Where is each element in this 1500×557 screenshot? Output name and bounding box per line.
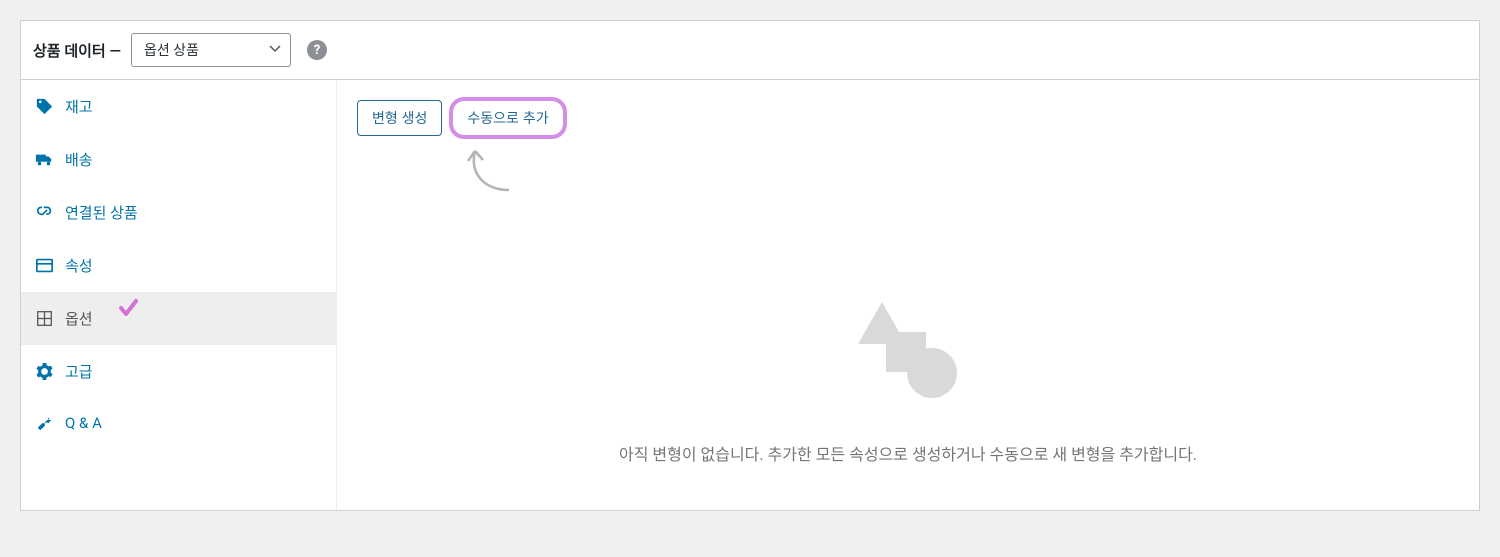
product-data-panel: 상품 데이터 — 옵션 상품 ? 재고 배송 <box>20 20 1480 511</box>
sidebar-item-attributes[interactable]: 속성 <box>21 239 336 292</box>
empty-state-shapes-icon <box>853 302 963 397</box>
add-manually-button[interactable]: 수동으로 추가 <box>452 100 563 136</box>
product-type-value: 옵션 상품 <box>144 40 199 60</box>
grid-icon <box>35 310 53 328</box>
gear-icon <box>35 363 53 381</box>
header-title: 상품 데이터 — <box>33 40 121 61</box>
sidebar-item-label: 고급 <box>65 361 93 382</box>
sidebar-item-label: Q & A <box>65 414 102 432</box>
content-area: 변형 생성 수동으로 추가 아직 변형이 없습니다. 추가한 모든 속성으로 생… <box>337 80 1479 510</box>
empty-state: 아직 변형이 없습니다. 추가한 모든 속성으로 생성하거나 수동으로 새 변형… <box>357 302 1459 465</box>
wrench-icon <box>35 414 53 432</box>
create-variations-button[interactable]: 변형 생성 <box>357 100 442 136</box>
check-annotation-icon <box>117 298 139 324</box>
sidebar-item-linked[interactable]: 연결된 상품 <box>21 186 336 239</box>
sidebar-item-inventory[interactable]: 재고 <box>21 80 336 133</box>
sidebar-item-advanced[interactable]: 고급 <box>21 345 336 398</box>
panel-header: 상품 데이터 — 옵션 상품 ? <box>21 21 1479 80</box>
sidebar-item-label: 옵션 <box>65 308 93 329</box>
sidebar-item-shipping[interactable]: 배송 <box>21 133 336 186</box>
button-row: 변형 생성 수동으로 추가 <box>357 100 1459 136</box>
link-icon <box>35 204 53 222</box>
tag-icon <box>35 98 53 116</box>
product-type-select[interactable]: 옵션 상품 <box>131 33 291 67</box>
sidebar-item-label: 배송 <box>65 149 93 170</box>
help-icon[interactable]: ? <box>307 40 327 60</box>
sidebar: 재고 배송 연결된 상품 속성 <box>21 80 337 510</box>
empty-state-text: 아직 변형이 없습니다. 추가한 모든 속성으로 생성하거나 수동으로 새 변형… <box>357 441 1459 465</box>
truck-icon <box>35 151 53 169</box>
sidebar-item-label: 연결된 상품 <box>65 202 138 223</box>
arrow-annotation-icon <box>457 148 517 198</box>
sidebar-item-qa[interactable]: Q & A <box>21 398 336 448</box>
sidebar-item-variations[interactable]: 옵션 <box>21 292 336 345</box>
sidebar-item-label: 속성 <box>65 255 93 276</box>
list-icon <box>35 257 53 275</box>
sidebar-item-label: 재고 <box>65 96 93 117</box>
panel-body: 재고 배송 연결된 상품 속성 <box>21 80 1479 510</box>
